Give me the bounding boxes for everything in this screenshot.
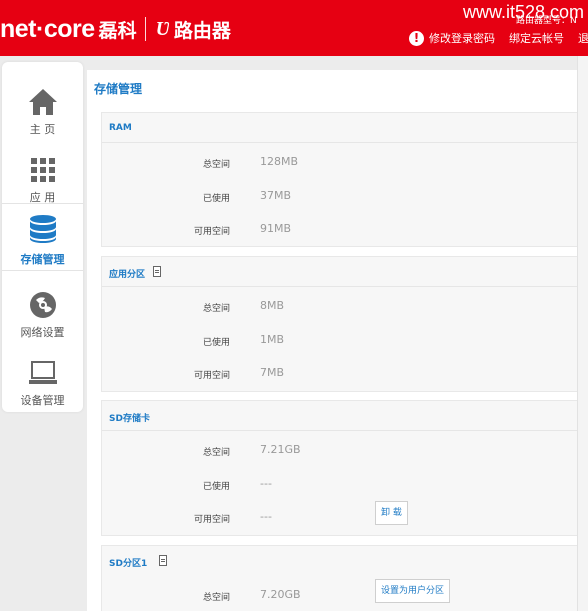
storage-database-icon [30,215,56,243]
main-panel: 存储管理 RAM 总空间 128MB 已使用 37MB 可用空间 91MB 应用… [87,70,588,611]
info-row: 可用空间 --- [102,508,588,528]
section-title: RAM [109,123,132,133]
sidebar-item-home[interactable]: 主 页 [2,74,83,142]
section-title: 应用分区 [109,270,146,280]
row-label: 可用空间 [193,227,230,237]
logo-product-name: 路由器 [173,19,231,42]
change-password-link[interactable]: 修改登录密码 [429,30,495,46]
network-settings-icon [30,292,56,318]
device-laptop-icon [29,361,57,384]
set-user-partition-button[interactable]: 设置为用户分区 [375,579,451,603]
row-value: 37MB [260,189,292,202]
row-label: 可用空间 [193,371,230,381]
sidebar: 主 页 应 用 存储管理 网络设置 设备管理 [2,62,83,412]
row-value: 91MB [260,222,292,235]
row-value: 8MB [260,299,285,312]
ram-section: RAM 总空间 128MB 已使用 37MB 可用空间 91MB [101,112,588,247]
router-logo-mark-icon: Ʋ [155,17,170,40]
bind-cloud-account-link[interactable]: 绑定云帐号 [509,30,564,46]
row-value: 7.21GB [260,443,301,456]
logo[interactable]: net·core 磊科 Ʋ 路由器 [0,14,231,44]
row-value: 7.20GB [260,588,301,601]
section-title: SD存储卡 [109,414,150,424]
row-value: --- [260,510,272,523]
row-label: 总空间 [202,448,230,458]
info-row: 总空间 7.21GB [102,441,588,461]
app-partition-section: 应用分区 总空间 8MB 已使用 1MB 可用空间 7MB [101,256,588,392]
logo-brand: net·core [0,14,95,43]
row-label: 已使用 [202,194,230,204]
row-value: 128MB [260,155,299,168]
info-row: 可用空间 91MB [102,220,588,240]
section-header: 应用分区 [102,257,588,287]
sidebar-item-apps[interactable]: 应 用 [2,142,83,210]
row-label: 总空间 [202,304,230,314]
sidebar-item-devices[interactable]: 设备管理 [2,345,83,413]
header-actions: ! 修改登录密码 绑定云帐号 退 [409,30,588,46]
page-title: 存储管理 [94,82,143,96]
sd-partition-section: SD分区1 总空间 7.20GB 设置为用户分区 [101,545,588,611]
sidebar-item-storage[interactable]: 存储管理 [2,203,83,271]
row-label: 已使用 [202,338,230,348]
logo-brand-cn: 磊科 [98,19,137,42]
sidebar-item-label: 主 页 [29,123,56,136]
logout-link[interactable]: 退 [578,30,588,46]
sidebar-item-network[interactable]: 网络设置 [2,277,83,345]
sd-card-section: SD存储卡 总空间 7.21GB 已使用 --- 可用空间 --- 卸 载 [101,400,588,536]
row-label: 可用空间 [193,515,230,525]
logo-divider [144,17,146,41]
section-header: SD存储卡 [102,401,588,431]
info-row: 总空间 8MB [102,297,588,317]
info-row: 已使用 1MB [102,331,588,351]
section-header: SD分区1 [102,546,588,576]
info-row: 已使用 37MB [102,187,588,207]
partition-icon[interactable] [159,555,167,566]
row-label: 总空间 [202,160,230,170]
row-value: --- [260,477,272,490]
page-scrollbar[interactable] [577,56,588,611]
row-label: 总空间 [202,593,230,603]
apps-grid-icon [31,158,55,182]
top-header: net·core 磊科 Ʋ 路由器 www.it528.com 路由器型号：N … [0,0,588,56]
info-row: 可用空间 7MB [102,364,588,384]
sidebar-item-label: 存储管理 [20,253,65,266]
section-title: SD分区1 [109,559,148,569]
section-header: RAM [102,113,588,143]
info-row: 总空间 7.20GB [102,586,588,606]
sidebar-item-label: 设备管理 [20,394,65,407]
row-value: 7MB [260,366,285,379]
unmount-button[interactable]: 卸 载 [375,501,408,525]
sidebar-item-label: 网络设置 [20,326,65,339]
warning-icon: ! [409,30,424,46]
row-label: 已使用 [202,482,230,492]
info-row: 总空间 128MB [102,153,588,173]
home-icon [29,89,57,115]
partition-icon[interactable] [153,266,161,277]
row-value: 1MB [260,333,285,346]
info-row: 已使用 --- [102,475,588,495]
router-model-text: 路由器型号：N [516,16,577,26]
